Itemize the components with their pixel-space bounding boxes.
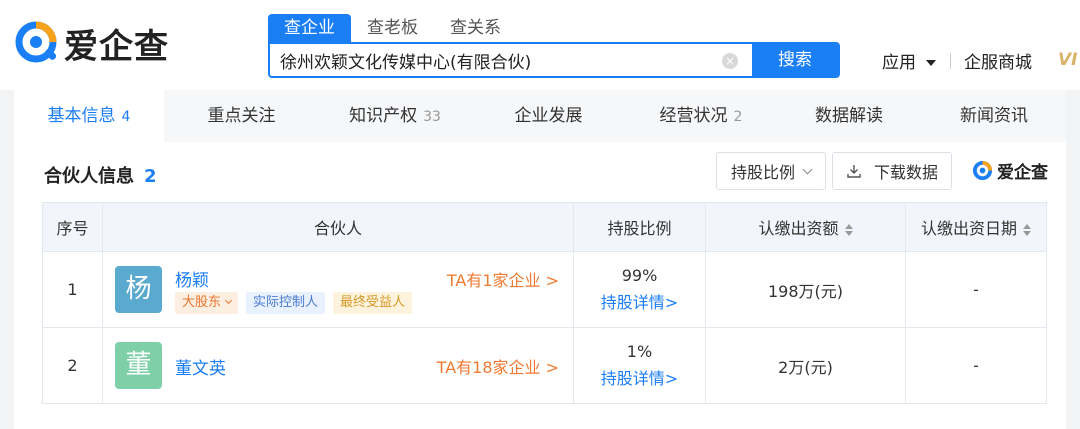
table-header-row: 序号 合伙人 持股比例 认缴出资额 认缴出资日期 xyxy=(42,202,1047,252)
tab-label: 数据解读 xyxy=(815,106,883,126)
ratio-value: 1% xyxy=(626,342,653,361)
table-row: 2 董 董文英 TA有18家企业 > 1% 持股详情> 2万(元) - xyxy=(42,327,1047,404)
amount-cell: 2万(元) xyxy=(705,327,906,404)
holding-detail-link[interactable]: 持股详情> xyxy=(574,289,705,313)
tab-key-focus[interactable]: 重点关注 xyxy=(164,90,319,142)
partner-cell: 董 董文英 TA有18家企业 > xyxy=(102,327,574,404)
download-data-button[interactable]: 下载数据 xyxy=(832,152,952,190)
top-nav: 应用 企服商城 xyxy=(882,48,1032,73)
ratio-filter-label: 持股比例 xyxy=(730,163,795,182)
tab-label: 知识产权 xyxy=(349,106,418,126)
date-cell: - xyxy=(905,251,1047,328)
date-cell: - xyxy=(905,327,1047,404)
col-amount-label: 认缴出资额 xyxy=(758,219,839,238)
tab-operation[interactable]: 经营状况 2 xyxy=(626,90,776,142)
section-count: 2 xyxy=(144,166,157,187)
magnifier-logo-icon xyxy=(14,20,60,66)
tab-ip[interactable]: 知识产权 33 xyxy=(319,90,471,142)
search-tab-boss[interactable]: 查老板 xyxy=(351,14,434,42)
download-icon xyxy=(847,165,861,178)
tab-basic-info[interactable]: 基本信息 4 xyxy=(14,90,164,142)
chevron-down-icon xyxy=(224,296,233,305)
ta-companies-link[interactable]: TA有18家企业 > xyxy=(437,354,559,378)
search-tab-company[interactable]: 查企业 xyxy=(268,14,351,42)
section-title-text: 合伙人信息 xyxy=(44,166,134,187)
col-ratio: 持股比例 xyxy=(573,202,706,252)
ratio-cell: 99% 持股详情> xyxy=(573,251,706,328)
search-type-tabs: 查企业 查老板 查关系 xyxy=(268,14,517,42)
tab-count: 33 xyxy=(423,109,441,125)
tab-data-analysis[interactable]: 数据解读 xyxy=(776,90,922,142)
partner-info-card: 基本信息 4 重点关注 知识产权 33 企业发展 经营状况 2 数据解读 新闻资讯 合… xyxy=(14,90,1066,429)
tag-beneficiary: 最终受益人 xyxy=(333,292,413,314)
tag-major-shareholder[interactable]: 大股东 xyxy=(175,292,239,314)
tab-count: 4 xyxy=(121,109,131,125)
col-amount[interactable]: 认缴出资额 xyxy=(705,202,906,252)
tab-label: 经营状况 xyxy=(659,106,728,126)
ta-companies-link[interactable]: TA有1家企业 > xyxy=(447,267,559,291)
service-mall-link[interactable]: 企服商城 xyxy=(964,48,1032,73)
magnifier-logo-icon xyxy=(972,160,993,180)
tab-label: 基本信息 xyxy=(47,106,116,126)
chevron-down-icon xyxy=(802,164,813,174)
apps-menu[interactable]: 应用 xyxy=(882,48,936,73)
avatar: 董 xyxy=(115,342,162,389)
holding-detail-link[interactable]: 持股详情> xyxy=(574,365,705,389)
search-input[interactable] xyxy=(270,44,722,76)
search-button[interactable]: 搜索 xyxy=(752,44,838,76)
tab-label: 新闻资讯 xyxy=(960,106,1028,126)
sort-icon[interactable] xyxy=(844,223,853,236)
brand-text: 爱企查 xyxy=(997,163,1048,183)
search-tab-relation[interactable]: 查关系 xyxy=(434,14,517,42)
ratio-value: 99% xyxy=(621,266,658,285)
col-index: 序号 xyxy=(42,202,103,252)
tab-count: 2 xyxy=(733,109,743,125)
caret-down-icon xyxy=(926,60,936,66)
col-date[interactable]: 认缴出资日期 xyxy=(905,202,1047,252)
vip-link[interactable]: VI xyxy=(1058,50,1077,70)
partner-table: 序号 合伙人 持股比例 认缴出资额 认缴出资日期 1 杨 杨颖 大股东 实际控制… xyxy=(42,202,1047,404)
table-row: 1 杨 杨颖 大股东 实际控制人 最终受益人 TA有1家企业 > 99% 持股详… xyxy=(42,251,1047,328)
logo-text: 爱企查 xyxy=(64,26,169,67)
tab-label: 企业发展 xyxy=(514,106,583,126)
top-header: 爱企查 查企业 查老板 查关系 × 搜索 应用 企服商城 VI xyxy=(0,0,1080,90)
tab-label: 重点关注 xyxy=(207,106,276,126)
site-logo[interactable]: 爱企查 xyxy=(14,20,169,67)
section-title: 合伙人信息 2 xyxy=(44,162,157,188)
partner-cell: 杨 杨颖 大股东 实际控制人 最终受益人 TA有1家企业 > xyxy=(102,251,574,328)
download-data-label: 下载数据 xyxy=(873,163,938,182)
tag-label: 大股东 xyxy=(182,295,222,310)
brand-watermark: 爱企查 xyxy=(972,158,1048,183)
clear-icon[interactable]: × xyxy=(722,53,738,69)
tab-news[interactable]: 新闻资讯 xyxy=(922,90,1066,142)
search-box: × 搜索 xyxy=(268,42,840,78)
partner-tags: 大股东 实际控制人 最终受益人 xyxy=(175,292,420,314)
col-partner: 合伙人 xyxy=(102,202,574,252)
company-detail-tabs: 基本信息 4 重点关注 知识产权 33 企业发展 经营状况 2 数据解读 新闻资讯 xyxy=(14,90,1066,142)
ratio-filter-button[interactable]: 持股比例 xyxy=(716,152,826,190)
partner-name-link[interactable]: 杨颖 xyxy=(175,266,209,291)
avatar: 杨 xyxy=(115,266,162,313)
ratio-cell: 1% 持股详情> xyxy=(573,327,706,404)
apps-menu-label: 应用 xyxy=(882,53,916,73)
row-index: 1 xyxy=(42,251,103,328)
amount-cell: 198万(元) xyxy=(705,251,906,328)
col-date-label: 认缴出资日期 xyxy=(920,219,1017,238)
tab-development[interactable]: 企业发展 xyxy=(471,90,626,142)
tag-actual-controller: 实际控制人 xyxy=(246,292,326,314)
nav-divider xyxy=(950,52,951,69)
row-index: 2 xyxy=(42,327,103,404)
partner-name-link[interactable]: 董文英 xyxy=(175,354,226,379)
sort-icon[interactable] xyxy=(1023,223,1031,236)
